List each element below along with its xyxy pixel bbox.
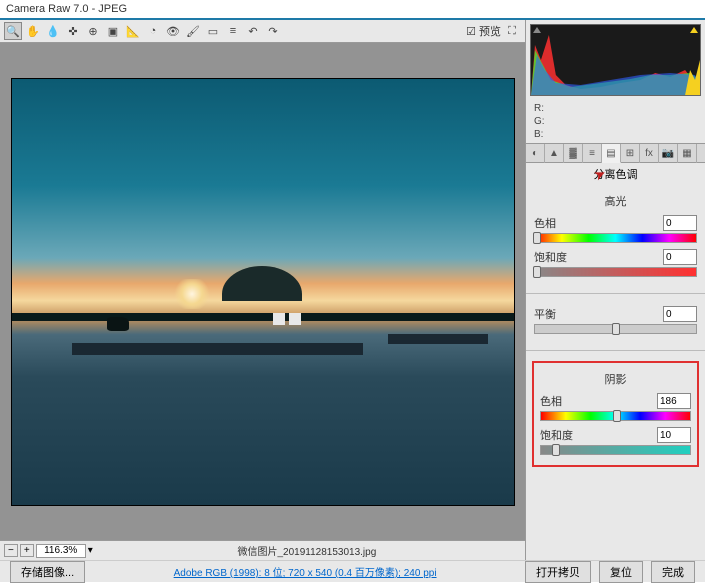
straighten-icon[interactable]: 📐 <box>124 22 142 40</box>
crop-icon[interactable]: ▣ <box>104 22 122 40</box>
highlights-title: 高光 <box>534 189 697 213</box>
tab-split-tone[interactable]: ▤ <box>602 144 621 163</box>
tab-presets[interactable]: ▦ <box>678 144 697 163</box>
balance-input[interactable] <box>663 306 697 322</box>
fullscreen-icon[interactable]: ⛶ <box>503 22 521 40</box>
b-value: B: <box>534 128 697 141</box>
sh-hue-label: 色相 <box>540 393 584 409</box>
balance-label: 平衡 <box>534 306 578 322</box>
left-pane: 🔍 ✋ 💧 ✜ ⊕ ▣ 📐 ◔ 👁 🖌 ▭ ≡ ↶ ↷ ☑ 预览 ⛶ <box>0 20 525 560</box>
shadow-clip-icon[interactable] <box>533 27 541 33</box>
color-sampler-icon[interactable]: ✜ <box>64 22 82 40</box>
tab-hsl[interactable]: ≡ <box>583 144 602 163</box>
zoom-tool-icon[interactable]: 🔍 <box>4 22 22 40</box>
histogram[interactable] <box>530 24 701 96</box>
zoom-input[interactable] <box>36 544 86 558</box>
app-title: Camera Raw 7.0 - JPEG <box>6 3 127 15</box>
spot-removal-icon[interactable]: ◔ <box>144 22 162 40</box>
image-preview[interactable] <box>11 78 515 506</box>
sh-sat-slider[interactable] <box>540 445 691 455</box>
checkbox-icon: ☑ <box>466 25 476 38</box>
workflow-link[interactable]: Adobe RGB (1998): 8 位; 720 x 540 (0.4 百万… <box>85 564 525 579</box>
tab-fx[interactable]: fx <box>640 144 659 163</box>
prefs-icon[interactable]: ≡ <box>224 22 242 40</box>
open-copy-button[interactable]: 打开拷贝 <box>525 561 591 583</box>
rotate-ccw-icon[interactable]: ↶ <box>244 22 262 40</box>
zoom-in-icon[interactable]: + <box>20 544 34 557</box>
hl-hue-label: 色相 <box>534 215 578 231</box>
hl-sat-label: 饱和度 <box>534 249 578 265</box>
shadows-title: 阴影 <box>540 367 691 391</box>
balance-section: 平衡 <box>526 300 705 344</box>
white-balance-icon[interactable]: 💧 <box>44 22 62 40</box>
tab-basic[interactable]: ◐ <box>526 144 545 163</box>
sh-sat-input[interactable] <box>657 427 691 443</box>
hl-sat-slider[interactable] <box>534 267 697 277</box>
hl-hue-input[interactable] <box>663 215 697 231</box>
shadows-section-highlighted: 阴影 色相 饱和度 <box>532 361 699 467</box>
highlights-section: 高光 色相 饱和度 <box>526 185 705 287</box>
zoom-controls: − + ▾ <box>4 544 93 558</box>
reset-button[interactable]: 复位 <box>599 561 643 583</box>
bottom-bar: − + ▾ 微信图片_20191128153013.jpg <box>0 540 525 560</box>
hl-hue-slider[interactable] <box>534 233 697 243</box>
g-value: G: <box>534 115 697 128</box>
highlight-clip-icon[interactable] <box>690 27 698 33</box>
tab-camera[interactable]: 📷 <box>659 144 678 163</box>
adjust-brush-icon[interactable]: 🖌 <box>184 22 202 40</box>
preview-label: 预览 <box>479 23 501 39</box>
zoom-out-icon[interactable]: − <box>4 544 18 557</box>
filename-label: 微信图片_20191128153013.jpg <box>93 543 521 558</box>
hl-sat-input[interactable] <box>663 249 697 265</box>
tab-detail[interactable]: ▓ <box>564 144 583 163</box>
tab-lens[interactable]: ⊞ <box>621 144 640 163</box>
canvas-area <box>0 43 525 540</box>
sh-sat-label: 饱和度 <box>540 427 584 443</box>
r-value: R: <box>534 102 697 115</box>
sh-hue-slider[interactable] <box>540 411 691 421</box>
right-pane: R: G: B: ◐ ▲ ▓ ≡ ▤ ⊞ fx 📷 ▦ ➤ 分离色调 高光 色相 <box>525 20 705 560</box>
title-bar: Camera Raw 7.0 - JPEG <box>0 0 705 20</box>
grad-filter-icon[interactable]: ▭ <box>204 22 222 40</box>
panel-tabs: ◐ ▲ ▓ ≡ ▤ ⊞ fx 📷 ▦ ➤ <box>526 143 705 163</box>
rgb-readout: R: G: B: <box>526 100 705 143</box>
balance-slider[interactable] <box>534 324 697 334</box>
main-area: 🔍 ✋ 💧 ✜ ⊕ ▣ 📐 ◔ 👁 🖌 ▭ ≡ ↶ ↷ ☑ 预览 ⛶ <box>0 20 705 560</box>
toolbar: 🔍 ✋ 💧 ✜ ⊕ ▣ 📐 ◔ 👁 🖌 ▭ ≡ ↶ ↷ ☑ 预览 ⛶ <box>0 20 525 43</box>
tab-curve[interactable]: ▲ <box>545 144 564 163</box>
done-button[interactable]: 完成 <box>651 561 695 583</box>
target-adjust-icon[interactable]: ⊕ <box>84 22 102 40</box>
save-image-button[interactable]: 存储图像... <box>10 561 85 583</box>
preview-toggle[interactable]: ☑ 预览 <box>466 23 501 39</box>
rotate-cw-icon[interactable]: ↷ <box>264 22 282 40</box>
hand-tool-icon[interactable]: ✋ <box>24 22 42 40</box>
redeye-icon[interactable]: 👁 <box>164 22 182 40</box>
footer: 存储图像... Adobe RGB (1998): 8 位; 720 x 540… <box>0 560 705 582</box>
sh-hue-input[interactable] <box>657 393 691 409</box>
panel-title: 分离色调 <box>526 163 705 185</box>
